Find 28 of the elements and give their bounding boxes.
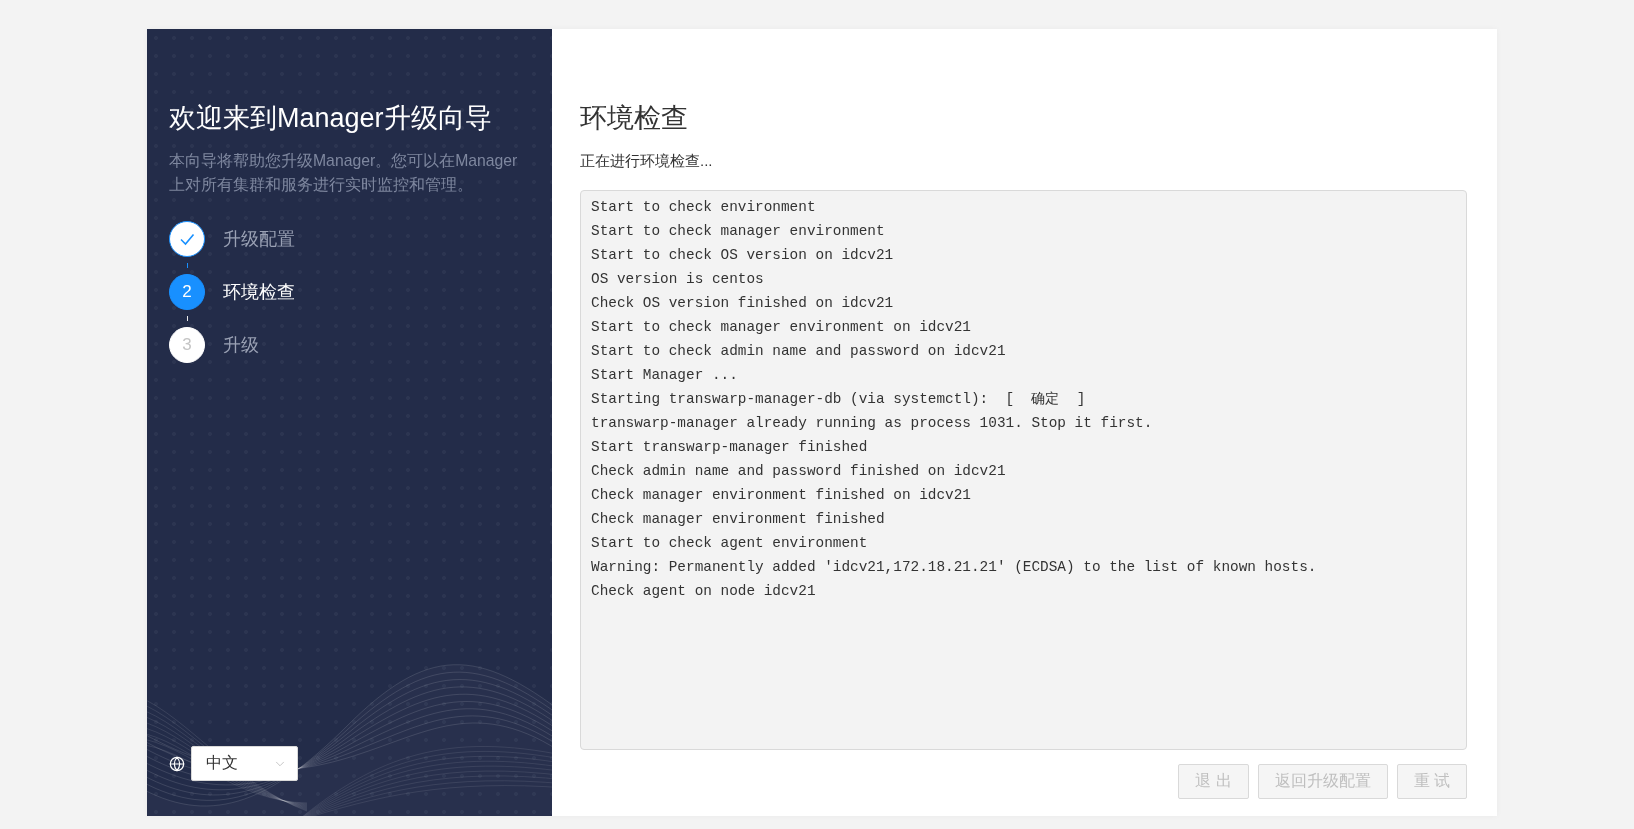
wizard-title: 欢迎来到Manager升级向导 [169,102,492,135]
log-line: OS version is centos [591,270,764,289]
step-label: 环境检查 [223,281,295,304]
log-line: Start to check agent environment [591,534,868,553]
log-line: Start Manager ... [591,366,738,385]
step-number: 3 [169,327,205,363]
language-select[interactable]: 中文 [191,746,298,781]
wizard-description: 本向导将帮助您升级Manager。您可以在Manager上对所有集群和服务进行实时监控和管理。 [169,151,519,195]
log-line: transwarp-manager already running as process 1031. Stop it first. [591,414,1153,433]
log-line: Start to check admin name and password on idcv21 [591,342,1006,361]
log-line: Starting transwarp-manager-db (via systemctl): [ 确定 ] [591,390,1086,409]
log-line: Check admin name and password finished on idcv21 [591,462,1006,481]
step-number: 2 [169,274,205,310]
log-line: Start to check OS version on idcv21 [591,246,894,265]
log-line: Warning: Permanently added 'idcv21,172.18.21.21' (ECDSA) to the list of known hosts. [591,558,1317,577]
log-line: Start to check environment [591,198,816,217]
page-title: 环境检查 [580,102,688,135]
log-line: Check manager environment finished on idcv21 [591,486,971,505]
log-line: Start transwarp-manager finished [591,438,868,457]
log-line: Start to check manager environment [591,222,885,241]
log-line: Check agent on node idcv21 [591,582,816,601]
status-text: 正在进行环境检查... [580,151,713,171]
step-label: 升级 [223,334,259,357]
globe-icon [169,755,185,772]
log-line: Start to check manager environment on idcv21 [591,318,971,337]
step-label: 升级配置 [223,228,295,251]
log-line: Check OS version finished on idcv21 [591,294,894,313]
log-line: Check manager environment finished [591,510,885,529]
